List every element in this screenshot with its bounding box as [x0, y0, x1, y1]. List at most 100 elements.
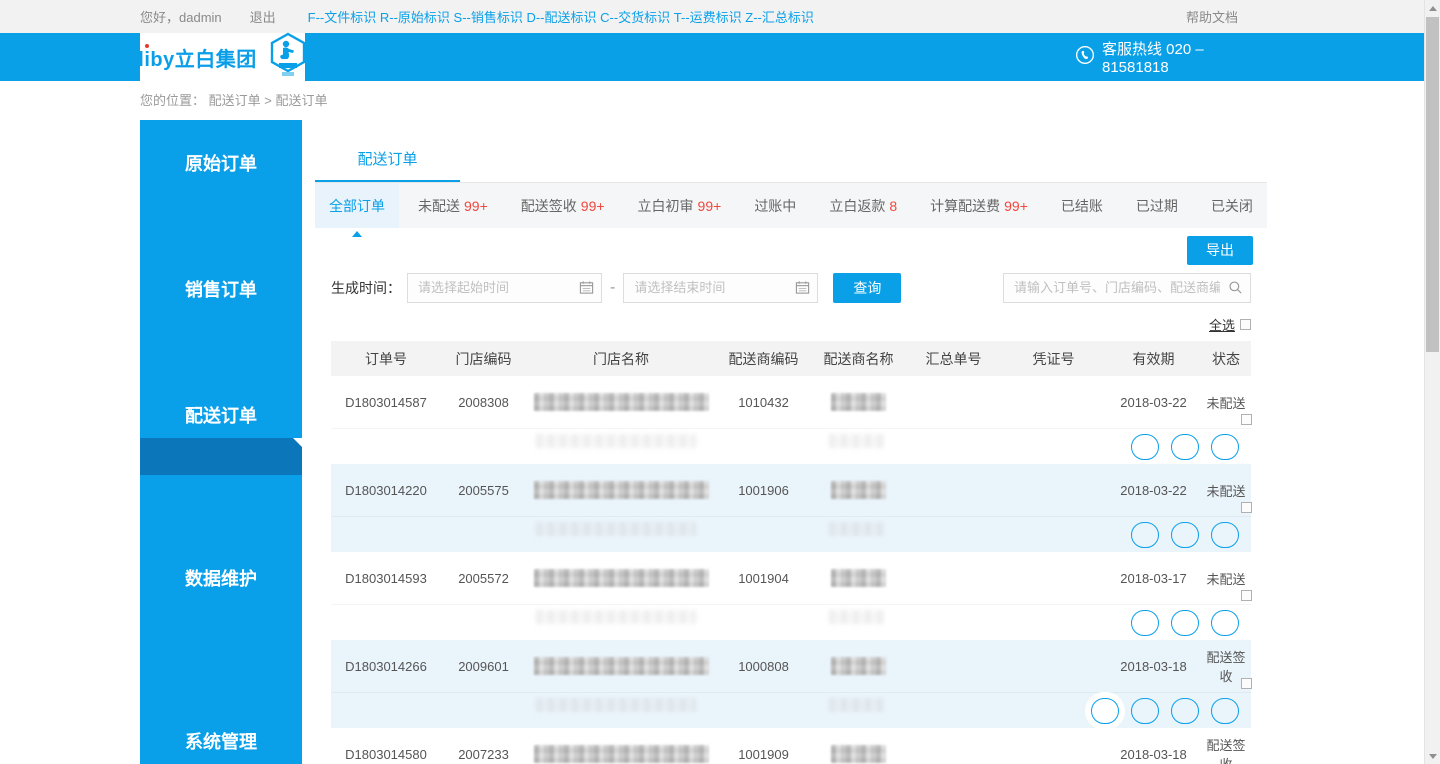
select-all-row: 全选 — [315, 315, 1267, 333]
logo-red-dot — [145, 43, 150, 48]
subtab[interactable]: 立白初审 99+ — [624, 183, 736, 228]
row-checkbox[interactable] — [1241, 678, 1252, 689]
sidebar-item[interactable] — [140, 675, 302, 712]
help-doc-link[interactable]: 帮助文档 — [1186, 7, 1238, 26]
row-checkbox[interactable] — [1241, 590, 1252, 601]
sidebar-item[interactable] — [140, 601, 302, 638]
row-actions — [331, 692, 1251, 728]
subtab[interactable]: 配送签收 99+ — [507, 183, 619, 228]
table-row: D1803014220 2005575 1001906 2018-03-22 未… — [331, 464, 1251, 516]
sidebar-section-title[interactable]: 销售订单 — [140, 268, 302, 312]
subtab[interactable]: 全部订单 — [315, 183, 399, 237]
action-button[interactable] — [1131, 697, 1159, 724]
sidebar-group: 配送订单 — [140, 394, 302, 549]
action-button[interactable] — [1171, 521, 1199, 548]
action-button[interactable] — [1211, 433, 1239, 460]
breadcrumb: 您的位置： 配送订单 > 配送订单 — [0, 81, 1424, 120]
subtab[interactable]: 已过期 — [1122, 183, 1192, 228]
action-button[interactable] — [1131, 433, 1159, 460]
sidebar-section-title[interactable]: 系统管理 — [140, 720, 302, 764]
action-button[interactable] — [1171, 697, 1199, 724]
cell-status: 未配送 — [1206, 571, 1246, 587]
cell-supplier-code: 1001904 — [738, 570, 789, 586]
tab-delivery-orders[interactable]: 配送订单 — [315, 137, 460, 182]
query-button[interactable]: 查询 — [833, 272, 902, 303]
cell-valid-date: 2018-03-22 — [1120, 482, 1187, 498]
table-header: 订单号 门店编码 门店名称 配送商编码 配送商名称 汇总单号 凭证号 有效期 状态 — [331, 341, 1251, 376]
start-date-input[interactable] — [407, 272, 602, 303]
action-button[interactable] — [1091, 697, 1119, 724]
action-button[interactable] — [1211, 609, 1239, 636]
redacted-supplier-name — [831, 745, 886, 763]
orders-table: 订单号 门店编码 门店名称 配送商编码 配送商名称 汇总单号 凭证号 有效期 状态 D18030… — [331, 341, 1252, 764]
primary-nav — [315, 33, 1075, 81]
sidebar-section-title[interactable]: 原始订单 — [140, 142, 302, 186]
subtab[interactable]: 已结账 — [1047, 183, 1117, 228]
cell-supplier-name — [811, 745, 906, 763]
sidebar-item[interactable] — [140, 475, 302, 512]
calendar-icon[interactable] — [795, 280, 810, 300]
sidebar-item[interactable] — [140, 312, 302, 349]
sidebar-section-title[interactable]: 配送订单 — [140, 394, 302, 438]
calendar-icon[interactable] — [579, 280, 594, 300]
scroll-up-icon[interactable] — [1425, 0, 1440, 16]
sidebar-item[interactable] — [140, 349, 302, 386]
sidebar-item[interactable] — [140, 512, 302, 549]
table-row: D1803014593 2005572 1001904 2018-03-17 未… — [331, 552, 1251, 604]
cell-store-name — [526, 569, 716, 587]
subtab[interactable]: 计算配送费 99+ — [916, 183, 1042, 228]
sidebar-item[interactable] — [140, 438, 302, 475]
cell-store-code: 2009601 — [458, 658, 509, 674]
cell-supplier-code: 1001906 — [738, 482, 789, 498]
sidebar-section-title[interactable]: 数据维护 — [140, 557, 302, 601]
cell-supplier-code: 1010432 — [738, 394, 789, 410]
action-button[interactable] — [1131, 521, 1159, 548]
filter-row: 生成时间： - 查询 — [315, 272, 1267, 303]
redacted-store-name — [533, 393, 709, 411]
action-button[interactable] — [1211, 521, 1239, 548]
sidebar-item[interactable] — [140, 186, 302, 223]
vertical-scrollbar[interactable] — [1424, 0, 1440, 764]
action-button[interactable] — [1211, 697, 1239, 724]
scroll-down-icon[interactable] — [1425, 748, 1440, 764]
cell-supplier-name — [811, 657, 906, 675]
cell-valid-date: 2018-03-18 — [1120, 746, 1187, 762]
select-all-label[interactable]: 全选 — [1209, 315, 1235, 334]
cell-order-no: D1803014220 — [345, 482, 427, 498]
sidebar-section-items — [140, 186, 302, 260]
status-subtabs: 全部订单 未配送 99+ 配送签收 99+ 立白初审 99+ 过账中 立白返款 … — [315, 183, 1267, 237]
generate-time-label: 生成时间： — [331, 279, 401, 296]
logout-link[interactable]: 退出 — [250, 7, 276, 26]
service-hotline: 客服热线 020 – 81581818 — [1075, 33, 1260, 81]
column-header: 有效期 — [1132, 350, 1175, 367]
subtab-count-badge: 99+ — [697, 197, 722, 214]
sidebar-item[interactable] — [140, 223, 302, 260]
logo[interactable]: liby立白集团 — [138, 32, 305, 81]
action-button[interactable] — [1171, 433, 1199, 460]
subtab[interactable]: 过账中 — [740, 183, 810, 228]
magnifier-icon[interactable] — [1228, 280, 1243, 300]
select-all-checkbox[interactable] — [1240, 318, 1251, 330]
order-row-group: D1803014593 2005572 1001904 2018-03-17 未… — [331, 552, 1252, 640]
row-checkbox[interactable] — [1241, 502, 1252, 513]
search-input[interactable] — [1003, 272, 1251, 303]
table-row: D1803014266 2009601 1000808 2018-03-18 配… — [331, 640, 1251, 692]
cell-store-name — [526, 745, 716, 763]
sidebar-item[interactable] — [140, 638, 302, 675]
main-header: liby立白集团 客服热线 020 – 81581818 — [0, 32, 1424, 81]
row-checkbox[interactable] — [1241, 414, 1252, 425]
export-button[interactable]: 导出 — [1187, 235, 1253, 265]
subtab[interactable]: 已关闭 — [1197, 183, 1267, 228]
subtab[interactable]: 未配送 99+ — [404, 183, 502, 228]
search-field — [1003, 272, 1251, 303]
user-greeting: 您好，dadmin — [140, 10, 222, 25]
cell-store-code: 2005572 — [458, 570, 509, 586]
end-date-input[interactable] — [623, 272, 819, 303]
order-row-group: D1803014580 2007233 1001909 2018-03-18 配… — [331, 728, 1251, 764]
date-range-dash: - — [610, 278, 616, 296]
subtab[interactable]: 立白返款 8 — [815, 183, 911, 228]
action-button[interactable] — [1171, 609, 1199, 636]
scrollbar-thumb[interactable] — [1426, 17, 1439, 352]
action-button[interactable] — [1131, 609, 1159, 636]
subtab-count-badge: 99+ — [580, 197, 605, 214]
